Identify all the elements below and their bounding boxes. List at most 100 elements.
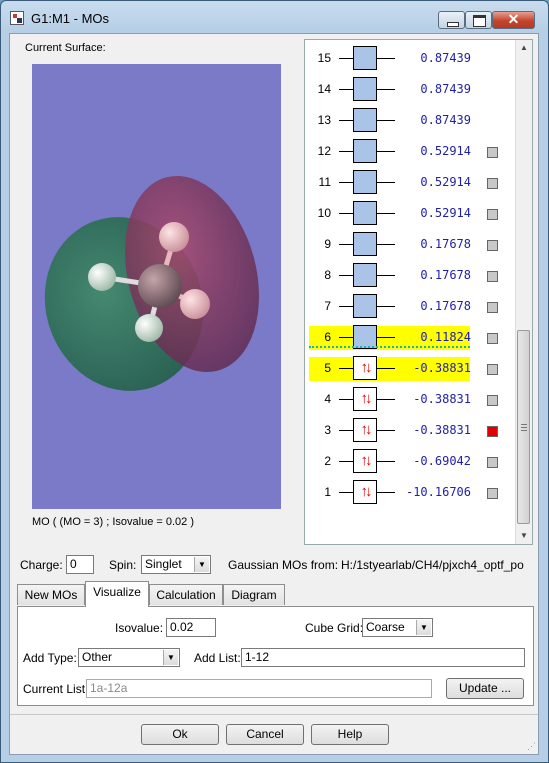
mo-number: 4: [324, 392, 331, 406]
mos-window: G1:M1 - MOs ✕ Current Surface: MO ((MO …: [0, 0, 549, 763]
close-button[interactable]: ✕: [492, 11, 535, 29]
mo-energy: 0.52914: [420, 144, 471, 158]
mo-level-row[interactable]: 10 0.52914: [305, 198, 517, 229]
mo-level-row[interactable]: 14 0.87439: [305, 74, 517, 105]
maximize-icon: [473, 15, 486, 27]
scroll-down-arrow[interactable]: ▼: [516, 528, 532, 544]
carbon-atom: [138, 264, 182, 308]
minimize-button[interactable]: [438, 11, 465, 29]
cancel-button[interactable]: Cancel: [226, 724, 304, 745]
mo-level-row[interactable]: 7 0.17678: [305, 291, 517, 322]
mo-level-box[interactable]: ↑↓: [353, 480, 377, 504]
spin-label: Spin:: [109, 558, 137, 572]
mo-surface-checkbox[interactable]: [487, 364, 498, 375]
spin-pair-icon: ↑↓: [360, 483, 373, 500]
spin-select[interactable]: Singlet ▼: [141, 555, 211, 574]
mo-level-row[interactable]: 5 ↑↓ -0.38831: [305, 353, 517, 384]
mo-level-row[interactable]: 12 0.52914: [305, 136, 517, 167]
cube-grid-select[interactable]: Coarse ▼: [362, 618, 433, 637]
add-list-label: Add List:: [194, 651, 241, 665]
mo-level-box[interactable]: ↑↓: [353, 356, 377, 380]
mo-level-row[interactable]: 1 ↑↓ -10.16706: [305, 477, 517, 508]
mo-surface-checkbox[interactable]: [487, 147, 498, 158]
mo-surface-checkbox[interactable]: [487, 302, 498, 313]
resize-grip-icon[interactable]: ⋰: [527, 741, 536, 752]
maximize-button[interactable]: [465, 11, 492, 29]
mo-level-row[interactable]: 2 ↑↓ -0.69042: [305, 446, 517, 477]
mo-number: 1: [324, 485, 331, 499]
mo-number: 12: [317, 144, 331, 158]
mo-level-box[interactable]: [353, 201, 377, 225]
mo-level-box[interactable]: ↑↓: [353, 387, 377, 411]
mo-level-box[interactable]: [353, 294, 377, 318]
mo-energy: 0.17678: [420, 268, 471, 282]
mo-level-box[interactable]: [353, 139, 377, 163]
tab-diagram[interactable]: Diagram: [223, 584, 285, 605]
spin-pair-icon: ↑↓: [360, 452, 373, 469]
mo-level-row[interactable]: 15 0.87439: [305, 43, 517, 74]
mo-level-row[interactable]: 9 0.17678: [305, 229, 517, 260]
mo-level-box[interactable]: [353, 263, 377, 287]
charge-label: Charge:: [20, 558, 63, 572]
mo-level-box[interactable]: ↑↓: [353, 418, 377, 442]
mo-diagram-panel[interactable]: 15 0.87439 14 0.87439 13 0.87439 12 0.52914 11 0.…: [304, 39, 533, 545]
add-type-label: Add Type:: [23, 651, 77, 665]
isovalue-field[interactable]: 0.02: [166, 618, 216, 637]
mo-number: 8: [324, 268, 331, 282]
add-list-field[interactable]: 1-12: [241, 648, 525, 667]
mo-energy: 0.11824: [420, 330, 471, 344]
mo-level-row[interactable]: 6 0.11824: [305, 322, 517, 353]
mo-surface-checkbox[interactable]: [487, 178, 498, 189]
tab-new-mos[interactable]: New MOs: [17, 584, 85, 605]
mo-surface-checkbox[interactable]: [487, 426, 498, 437]
mo-level-box[interactable]: [353, 77, 377, 101]
mo-surface-checkbox[interactable]: [487, 240, 498, 251]
tab-calculation[interactable]: Calculation: [149, 584, 223, 605]
mo-level-box[interactable]: [353, 170, 377, 194]
current-list-label: Current List:: [23, 682, 89, 696]
mo-level-box[interactable]: [353, 46, 377, 70]
chevron-down-icon: ▼: [194, 557, 209, 572]
mo-energy: 0.87439: [420, 113, 471, 127]
title-bar[interactable]: G1:M1 - MOs ✕: [1, 1, 548, 33]
mo-level-row[interactable]: 13 0.87439: [305, 105, 517, 136]
update-button[interactable]: Update ...: [446, 678, 524, 699]
homo-lumo-divider: [309, 346, 470, 348]
mo-number: 6: [324, 330, 331, 344]
mo-number: 9: [324, 237, 331, 251]
mo-number: 10: [317, 206, 331, 220]
mo-level-box[interactable]: [353, 232, 377, 256]
scroll-up-arrow[interactable]: ▲: [516, 40, 532, 56]
mo-surface-checkbox[interactable]: [487, 457, 498, 468]
spin-value: Singlet: [145, 557, 182, 571]
mo-level-row[interactable]: 3 ↑↓ -0.38831: [305, 415, 517, 446]
mo-energy: -10.16706: [405, 485, 471, 499]
scroll-thumb[interactable]: [517, 330, 530, 524]
dialog-client: Current Surface: MO ((MO = 3) ; Isovalu…: [9, 33, 539, 755]
ok-button[interactable]: Ok: [141, 724, 219, 745]
mo-level-row[interactable]: 11 0.52914: [305, 167, 517, 198]
mo-level-box[interactable]: [353, 108, 377, 132]
help-button[interactable]: Help: [311, 724, 389, 745]
mo-level-row[interactable]: 4 ↑↓ -0.38831: [305, 384, 517, 415]
mo-level-row[interactable]: 8 0.17678: [305, 260, 517, 291]
spin-pair-icon: ↑↓: [360, 390, 373, 407]
surface-viewport[interactable]: [32, 64, 281, 509]
mo-surface-checkbox[interactable]: [487, 271, 498, 282]
mo-surface-checkbox[interactable]: [487, 333, 498, 344]
mo-number: 14: [317, 82, 331, 96]
add-type-select[interactable]: Other ▼: [78, 648, 180, 667]
molecule-render: [44, 175, 260, 391]
mo-energy: 0.52914: [420, 175, 471, 189]
mo-surface-checkbox[interactable]: [487, 488, 498, 499]
mo-level-box[interactable]: ↑↓: [353, 449, 377, 473]
add-type-value: Other: [82, 650, 113, 664]
mo-scrollbar[interactable]: ▲ ▼: [515, 40, 532, 544]
charge-field[interactable]: 0: [66, 555, 94, 574]
mo-surface-checkbox[interactable]: [487, 209, 498, 220]
mo-energy: 0.52914: [420, 206, 471, 220]
tab-visualize[interactable]: Visualize: [85, 581, 149, 607]
isovalue-label: Isovalue:: [115, 621, 164, 635]
mo-surface-checkbox[interactable]: [487, 395, 498, 406]
separator: [10, 714, 538, 715]
